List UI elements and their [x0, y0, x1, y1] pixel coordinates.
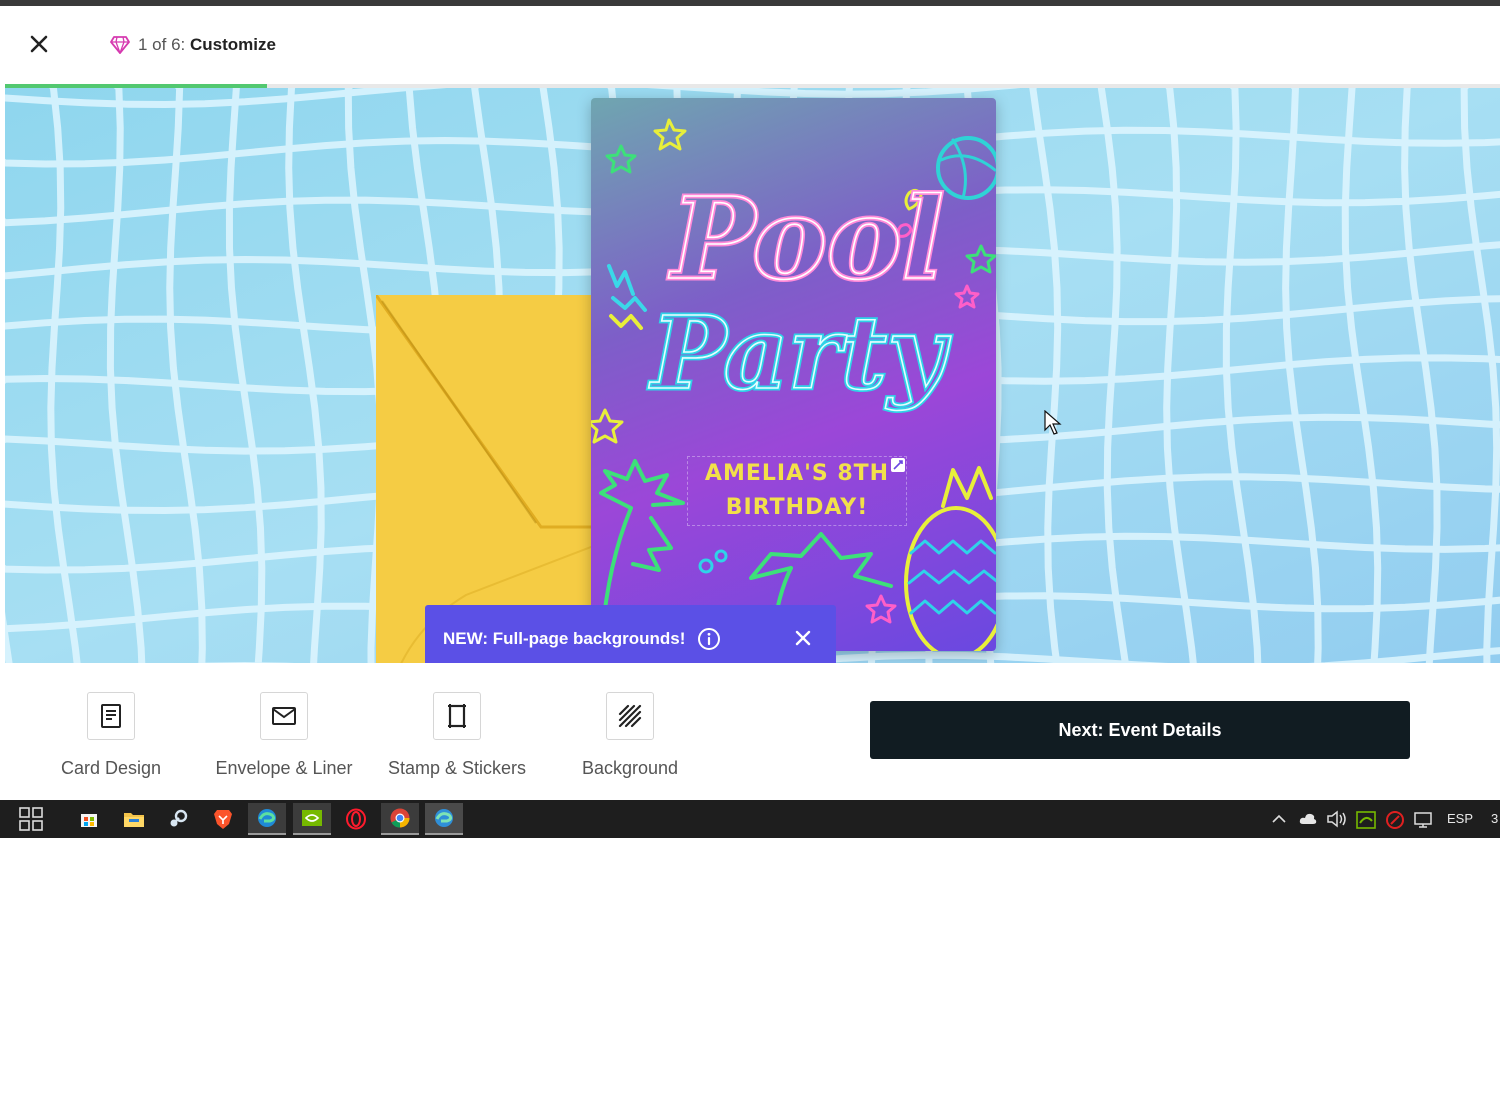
edge-icon — [258, 809, 276, 827]
taskbar-brave[interactable] — [204, 803, 242, 835]
tool-icon-box — [433, 692, 481, 740]
customize-toolbar: Card Design Envelope & Liner Stamp & Sti… — [5, 663, 1500, 798]
invitation-card-preview[interactable]: Pool Pool Party Party AMELIA'S 8TH BIRTH… — [591, 98, 996, 651]
mouse-cursor-icon — [1044, 410, 1062, 435]
card-artwork: Pool Pool Party Party — [591, 118, 996, 651]
card-text-line2: BIRTHDAY! — [725, 495, 869, 520]
start-icon — [19, 807, 43, 831]
volume-icon[interactable] — [1326, 810, 1348, 828]
invitation-editor-window: 1 of 6: Customize Pool Pool Party Party … — [5, 6, 1500, 798]
stamp-icon — [448, 704, 466, 728]
tool-label: Background — [581, 758, 679, 778]
brave-icon — [214, 810, 232, 829]
close-icon — [30, 35, 48, 53]
nvidia-tray-icon[interactable] — [1356, 811, 1376, 829]
tool-label: Stamp & Stickers — [387, 758, 527, 778]
tooltip-close-button[interactable] — [792, 627, 814, 649]
envelope-icon — [272, 707, 296, 725]
store-icon — [81, 814, 97, 827]
chevron-up-icon[interactable] — [1271, 811, 1287, 827]
taskbar-store[interactable] — [70, 803, 108, 835]
step-indicator: 1 of 6: Customize — [110, 34, 276, 56]
file-explorer-icon — [124, 813, 144, 827]
tool-background[interactable]: Background — [545, 692, 715, 779]
card-event-text[interactable]: AMELIA'S 8TH BIRTHDAY! — [687, 456, 907, 526]
cloud-icon[interactable] — [1298, 811, 1318, 827]
language-indicator[interactable]: ESP — [1447, 811, 1473, 826]
steam-icon — [170, 809, 188, 827]
clock[interactable]: 3 — [1491, 811, 1498, 826]
tool-icon-box — [260, 692, 308, 740]
taskbar-edge-dev[interactable] — [425, 803, 463, 835]
tooltip-text: NEW: Full-page backgrounds! — [443, 628, 686, 648]
taskbar-start[interactable] — [12, 803, 50, 835]
tool-icon-box — [606, 692, 654, 740]
tool-card-design[interactable]: Card Design — [26, 692, 196, 779]
close-icon — [795, 630, 811, 646]
gem-icon — [110, 36, 130, 54]
info-icon[interactable] — [697, 627, 721, 651]
card-title-line2-glow: Party — [648, 294, 951, 412]
taskbar-nvidia[interactable] — [293, 803, 331, 835]
taskbar-chrome[interactable] — [381, 803, 419, 835]
background-icon — [618, 704, 642, 728]
step-count: 1 of 6: — [138, 35, 186, 54]
taskbar-file-explorer[interactable] — [115, 803, 153, 835]
nvidia-icon — [302, 810, 322, 826]
windows-taskbar: ESP 3 — [0, 800, 1500, 838]
card-design-icon — [101, 704, 121, 728]
card-text-line1: AMELIA'S 8TH — [704, 461, 890, 486]
taskbar-opera[interactable] — [337, 803, 375, 835]
close-editor-button[interactable] — [27, 32, 51, 56]
step-name: Customize — [190, 35, 276, 54]
next-event-details-button[interactable]: Next: Event Details — [870, 701, 1410, 759]
tool-stamp-stickers[interactable]: Stamp & Stickers — [372, 692, 542, 779]
tool-icon-box — [87, 692, 135, 740]
chrome-icon — [390, 808, 410, 828]
tool-label: Envelope & Liner — [215, 758, 353, 778]
tool-label: Card Design — [60, 758, 162, 778]
antivirus-icon[interactable] — [1385, 810, 1405, 830]
preview-canvas[interactable]: Pool Pool Party Party AMELIA'S 8TH BIRTH… — [5, 88, 1500, 663]
card-title-line1-glow: Pool — [668, 174, 944, 305]
taskbar-edge[interactable] — [248, 803, 286, 835]
editor-header: 1 of 6: Customize — [5, 6, 1500, 84]
tool-envelope-liner[interactable]: Envelope & Liner — [199, 692, 369, 779]
network-icon[interactable] — [1413, 811, 1435, 829]
taskbar-steam[interactable] — [159, 803, 197, 835]
new-feature-tooltip: NEW: Full-page backgrounds! — [425, 605, 836, 680]
edge-dev-icon — [435, 809, 453, 827]
opera-icon — [346, 808, 366, 830]
edit-text-icon[interactable] — [891, 458, 905, 472]
